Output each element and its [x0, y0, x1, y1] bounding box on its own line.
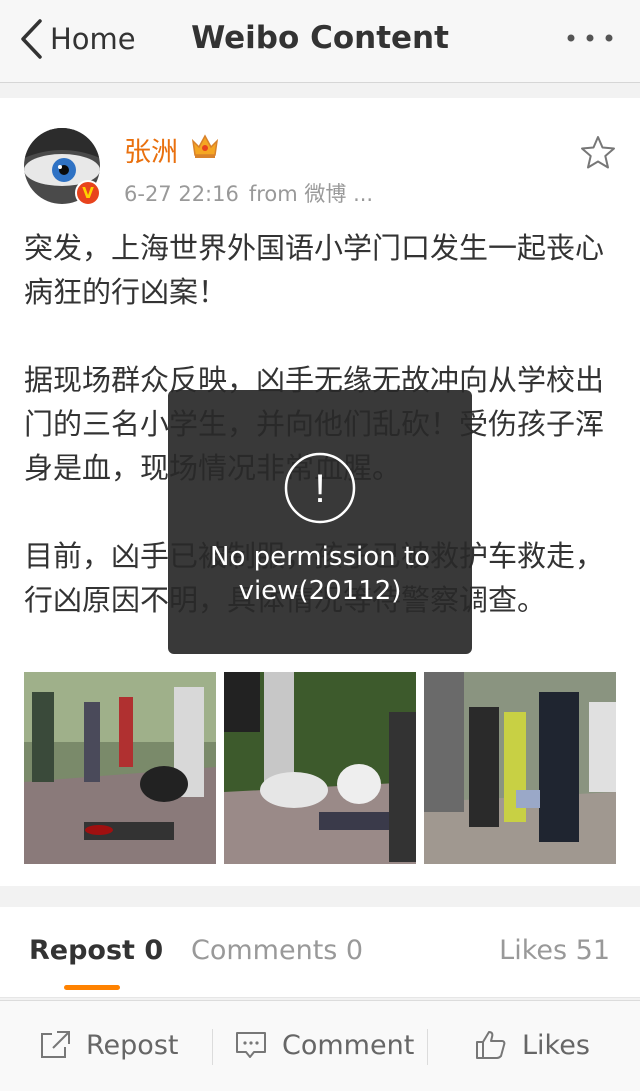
exclamation-icon: ! [284, 452, 356, 524]
tab-repost[interactable]: Repost 0 [29, 935, 163, 966]
likes-button[interactable]: Likes [474, 1029, 590, 1061]
post-photo[interactable] [24, 672, 216, 864]
post-photo[interactable] [224, 672, 416, 864]
verified-badge: V [75, 180, 101, 206]
divider [212, 1029, 213, 1065]
toast-message: No permission to view(20112) [210, 542, 430, 606]
post-paragraph: 突发，上海世界外国语小学门口发生一起丧心病狂的行凶案！ [24, 231, 605, 309]
thumbs-up-icon [476, 1031, 506, 1059]
more-dots-icon [567, 34, 613, 42]
more-button[interactable] [566, 30, 614, 50]
permission-toast: ! No permission to view(20112) [168, 390, 472, 654]
tab-likes[interactable]: Likes 51 [499, 935, 610, 966]
star-icon[interactable] [580, 135, 616, 169]
comment-button[interactable]: Comment [234, 1029, 414, 1061]
bottom-action-bar: Repost Comment Likes [0, 1000, 640, 1091]
toast-icon-glyph: ! [314, 467, 325, 511]
page-title: Weibo Content [191, 20, 449, 56]
active-tab-indicator [64, 985, 120, 990]
post-timestamp: 6-27 22:16 [124, 182, 239, 206]
username[interactable]: 张洲 [124, 130, 178, 169]
comment-label: Comment [282, 1029, 415, 1061]
likes-label: Likes [522, 1029, 590, 1061]
post-source: from 微博 ... [248, 182, 374, 206]
post-photo[interactable] [424, 672, 616, 864]
photo-grid [24, 672, 616, 864]
navigation-bar: Home Weibo Content [0, 0, 640, 83]
repost-icon [41, 1031, 70, 1058]
post-meta: 6-27 22:16 from 微博 ... [124, 178, 373, 208]
interaction-tabs: Repost 0 Comments 0 Likes 51 [0, 907, 640, 998]
repost-button[interactable]: Repost [38, 1029, 178, 1061]
divider [427, 1029, 428, 1065]
crown-icon [191, 134, 219, 158]
repost-label: Repost [86, 1029, 179, 1061]
tab-comments[interactable]: Comments 0 [191, 935, 363, 966]
comment-icon [236, 1032, 266, 1058]
